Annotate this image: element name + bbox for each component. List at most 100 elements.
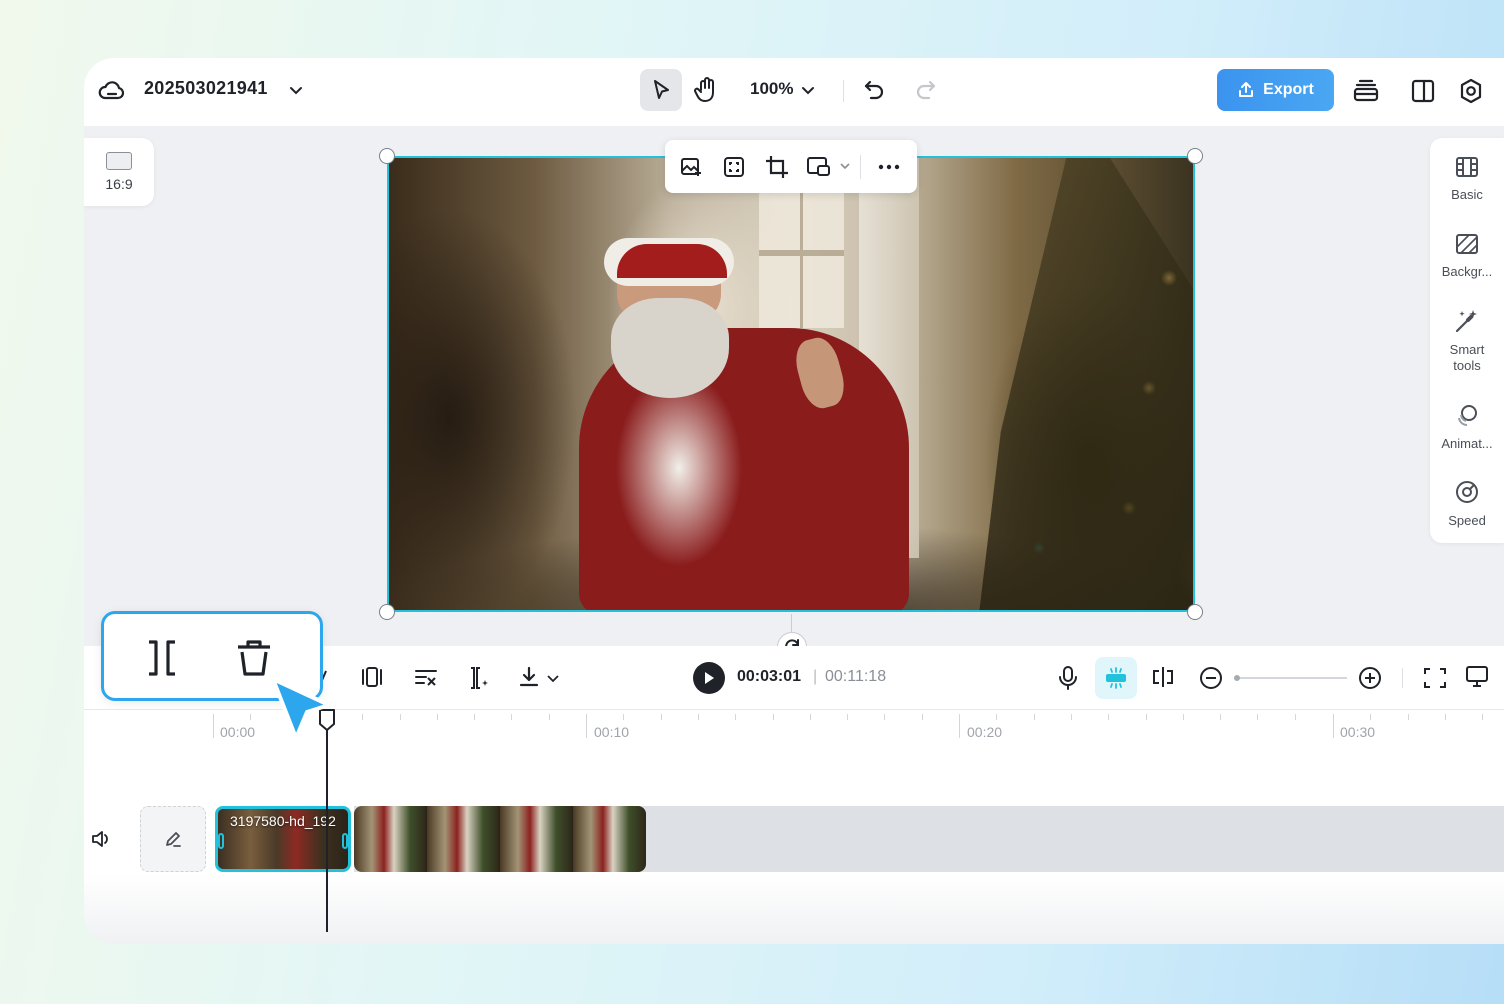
- panel-item-label: Speed: [1448, 513, 1486, 528]
- video-scene-detail: [611, 298, 729, 398]
- aspect-ratio-button[interactable]: 16:9: [84, 138, 154, 206]
- ruler-minor-tick: [1182, 714, 1184, 720]
- video-preview[interactable]: [387, 156, 1195, 612]
- ruler-tick: [959, 714, 960, 738]
- panel-item-label: Animat...: [1441, 436, 1493, 451]
- chevron-down-icon[interactable]: [288, 82, 304, 98]
- freeze-frame-icon[interactable]: [360, 665, 384, 689]
- snap-icon: [1106, 667, 1126, 689]
- delete-trash-icon[interactable]: [234, 636, 274, 678]
- panel-item-label: Backgr...: [1441, 264, 1493, 279]
- volume-icon[interactable]: [90, 828, 112, 850]
- ruler-minor-tick: [511, 714, 513, 720]
- project-name[interactable]: 202503021941: [144, 78, 268, 99]
- clip-name: 3197580-hd_192: [230, 813, 336, 829]
- ruler-minor-tick: [1294, 714, 1296, 720]
- video-scene-detail: [759, 178, 844, 328]
- ruler-minor-tick: [548, 714, 550, 720]
- ruler-minor-tick: [809, 714, 811, 720]
- crop-icon[interactable]: [764, 154, 790, 180]
- panel-item-basic[interactable]: Basic: [1430, 155, 1504, 203]
- split-align-icon[interactable]: [1150, 665, 1176, 689]
- zoom-level[interactable]: 100%: [750, 79, 793, 99]
- select-tool-button[interactable]: [640, 69, 682, 111]
- edit-pencil-icon: [166, 832, 181, 847]
- split-panel-icon[interactable]: [1410, 78, 1436, 104]
- time-separator: |: [813, 668, 818, 685]
- download-icon[interactable]: [517, 665, 541, 689]
- mouse-cursor-icon: [271, 677, 331, 740]
- ruler-minor-tick: [436, 714, 438, 720]
- resize-handle-top-left[interactable]: [379, 148, 395, 164]
- ruler-tick: [213, 714, 214, 738]
- divider: [1402, 668, 1403, 688]
- replace-image-icon[interactable]: [679, 155, 703, 179]
- ruler-minor-tick: [1108, 714, 1110, 720]
- zoom-chevron-icon[interactable]: [800, 82, 816, 98]
- ruler-minor-tick: [1145, 714, 1147, 720]
- microphone-icon[interactable]: [1056, 665, 1080, 691]
- cloud-icon[interactable]: [98, 78, 126, 102]
- clip-trim-handle-right[interactable]: [342, 833, 348, 849]
- total-duration: 00:11:18: [825, 668, 887, 685]
- timeline-zoom-slider[interactable]: [1235, 677, 1347, 679]
- chevron-down-icon[interactable]: [546, 671, 560, 685]
- export-button[interactable]: Export: [1217, 69, 1334, 111]
- ruler-minor-tick: [1070, 714, 1072, 720]
- panel-item-smart-tools[interactable]: Smart tools: [1430, 308, 1504, 374]
- ruler-minor-tick: [772, 714, 774, 720]
- timeline-zoom-knob[interactable]: [1234, 675, 1240, 681]
- remove-silence-icon[interactable]: [413, 665, 439, 689]
- background-icon: [1456, 234, 1478, 254]
- upload-icon: [1239, 82, 1254, 97]
- resize-handle-top-right[interactable]: [1187, 148, 1203, 164]
- ruler-minor-tick: [996, 714, 998, 720]
- selected-video-clip[interactable]: 3197580-hd_192: [215, 806, 351, 872]
- fit-timeline-icon[interactable]: [1422, 665, 1448, 691]
- panel-item-speed[interactable]: Speed: [1430, 479, 1504, 529]
- zoom-in-icon[interactable]: [1357, 665, 1383, 691]
- ruler-minor-tick: [1444, 714, 1446, 720]
- video-scene-detail: [979, 158, 1193, 610]
- redo-icon[interactable]: [914, 77, 938, 101]
- ruler-minor-tick: [697, 714, 699, 720]
- split-icon[interactable]: [144, 638, 180, 678]
- undo-icon[interactable]: [862, 77, 886, 101]
- ruler-minor-tick: [399, 714, 401, 720]
- play-button[interactable]: [693, 662, 725, 694]
- track-cover-button[interactable]: [140, 806, 206, 872]
- ruler-minor-tick: [362, 714, 364, 720]
- resize-handle-bottom-left[interactable]: [379, 604, 395, 620]
- feedback-icon[interactable]: [1464, 664, 1490, 690]
- hand-tool-icon[interactable]: [694, 76, 720, 104]
- ruler-minor-tick: [1220, 714, 1222, 720]
- divider: [860, 155, 861, 179]
- panel-item-animation[interactable]: Animat...: [1430, 402, 1504, 452]
- magic-wand-icon: [1455, 310, 1477, 333]
- ruler-minor-tick: [735, 714, 737, 720]
- ruler-minor-tick: [623, 714, 625, 720]
- ruler-minor-tick: [921, 714, 923, 720]
- ruler-minor-tick: [660, 714, 662, 720]
- resize-handle-bottom-right[interactable]: [1187, 604, 1203, 620]
- chevron-down-icon[interactable]: [839, 160, 851, 172]
- ruler-label: 00:30: [1340, 724, 1376, 740]
- ruler-minor-tick: [474, 714, 476, 720]
- playhead[interactable]: [326, 718, 328, 932]
- top-bar: 202503021941 100% Export: [84, 58, 1504, 126]
- fit-frame-icon[interactable]: [722, 155, 746, 179]
- panel-item-background[interactable]: Backgr...: [1430, 232, 1504, 280]
- aspect-ratio-icon: [106, 152, 132, 170]
- video-clip[interactable]: [354, 806, 646, 872]
- ruler-tick: [586, 714, 587, 738]
- ruler-minor-tick: [1257, 714, 1259, 720]
- settings-hex-icon[interactable]: [1458, 77, 1484, 105]
- auto-snap-button[interactable]: [1095, 657, 1137, 699]
- zoom-out-icon[interactable]: [1198, 665, 1224, 691]
- more-options-icon[interactable]: [877, 157, 901, 177]
- smart-split-icon[interactable]: [467, 665, 491, 691]
- picture-in-picture-icon[interactable]: [806, 155, 832, 179]
- layers-stack-icon[interactable]: [1352, 77, 1380, 105]
- clip-trim-handle-left[interactable]: [218, 833, 224, 849]
- divider: [843, 80, 844, 102]
